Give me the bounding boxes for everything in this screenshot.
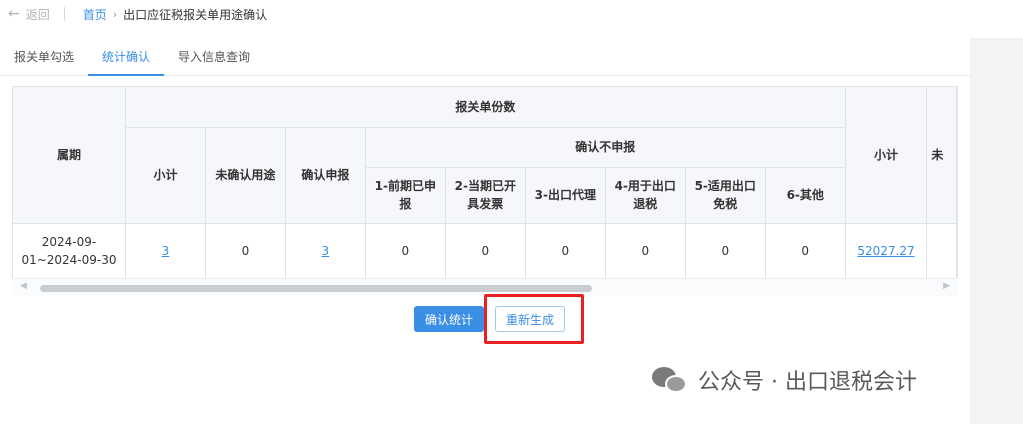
breadcrumb-home[interactable]: 首页 bbox=[83, 6, 107, 23]
cell-nd-2: 0 bbox=[445, 223, 526, 279]
cell-nd-4: 0 bbox=[605, 223, 686, 279]
cell-nd-6: 0 bbox=[765, 223, 846, 279]
header-nd-2: 2-当期已开具发票 bbox=[445, 167, 526, 224]
cell-subtotal: 3 bbox=[125, 223, 206, 279]
header-period: 属期 bbox=[13, 87, 126, 224]
cell-period: 2024-09-01~2024-09-30 bbox=[13, 223, 126, 279]
header-subtotal: 小计 bbox=[125, 127, 206, 224]
header-nd-6: 6-其他 bbox=[765, 167, 846, 224]
back-label: 返回 bbox=[25, 7, 50, 22]
header-confirm-declare: 确认申报 bbox=[285, 127, 366, 224]
cell-cut-partial bbox=[926, 223, 957, 279]
wechat-logo-icon bbox=[652, 365, 688, 395]
subtotal-link[interactable]: 3 bbox=[162, 244, 170, 258]
watermark: 公众号 · 出口退税会计 bbox=[652, 364, 917, 396]
confirm-declare-link[interactable]: 3 bbox=[322, 244, 330, 258]
cell-confirm-declare: 3 bbox=[285, 223, 366, 279]
header-nd-4: 4-用于出口退税 bbox=[605, 167, 686, 224]
header-cut-partial: 未 bbox=[926, 87, 957, 224]
header-subtotal-2: 小计 bbox=[845, 87, 928, 224]
cell-nd-5: 0 bbox=[685, 223, 766, 279]
subtotal-2-link[interactable]: 52027.27 bbox=[857, 244, 914, 258]
divider bbox=[63, 7, 65, 21]
scrollbar-thumb[interactable] bbox=[40, 285, 592, 292]
back-arrow-icon: ← bbox=[8, 6, 20, 22]
header-declaration-count: 报关单份数 bbox=[125, 87, 846, 128]
confirm-statistics-button[interactable]: 确认统计 bbox=[414, 306, 484, 332]
chevron-right-icon: › bbox=[112, 7, 118, 21]
breadcrumb-current: 出口应征税报关单用途确认 bbox=[123, 7, 268, 22]
cell-nd-1: 0 bbox=[365, 223, 446, 279]
cell-unconfirmed-use: 0 bbox=[205, 223, 286, 279]
scroll-right-icon[interactable]: ▶ bbox=[943, 281, 950, 291]
cell-subtotal-2: 52027.27 bbox=[845, 223, 928, 279]
tab-declaration-select[interactable]: 报关单勾选 bbox=[0, 38, 88, 75]
tab-import-query[interactable]: 导入信息查询 bbox=[164, 38, 264, 75]
scroll-left-icon[interactable]: ◀ bbox=[20, 281, 27, 291]
tab-bar: 报关单勾选 统计确认 导入信息查询 bbox=[0, 38, 970, 76]
right-side-panel bbox=[970, 38, 1023, 424]
statistics-table: 属期 报关单份数 小计 未 小计 未确认用途 确认申报 确认不申报 1-前期已申… bbox=[12, 86, 958, 296]
cell-nd-3: 0 bbox=[525, 223, 606, 279]
header-unconfirmed-use: 未确认用途 bbox=[205, 127, 286, 224]
top-bar: ← 返回 首页 › 出口应征税报关单用途确认 bbox=[0, 0, 970, 28]
watermark-text: 公众号 · 出口退税会计 bbox=[698, 370, 917, 395]
tab-statistics-confirm[interactable]: 统计确认 bbox=[88, 38, 165, 76]
highlight-box bbox=[484, 294, 584, 344]
table-row: 2024-09-01~2024-09-30 3 0 3 0 0 0 0 0 0 … bbox=[13, 223, 957, 279]
header-nd-5: 5-适用出口免税 bbox=[685, 167, 766, 224]
header-nd-1: 1-前期已申报 bbox=[365, 167, 446, 224]
back-button[interactable]: ← 返回 bbox=[8, 6, 50, 23]
header-nd-3: 3-出口代理 bbox=[525, 167, 606, 224]
header-confirm-not-declare: 确认不申报 bbox=[365, 127, 846, 168]
